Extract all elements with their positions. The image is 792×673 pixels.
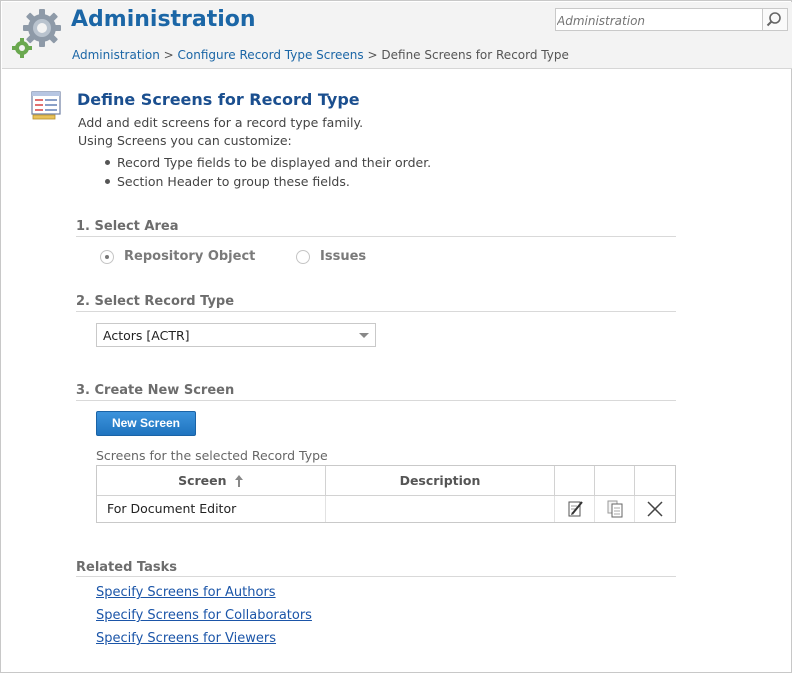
section-divider xyxy=(76,236,676,237)
application-window: Administration Administration > Configur… xyxy=(0,0,792,673)
section-divider xyxy=(76,311,676,312)
radio-repository-object[interactable] xyxy=(100,250,114,264)
breadcrumb-link-administration[interactable]: Administration xyxy=(72,48,160,62)
record-type-select[interactable]: Actors [ACTR] xyxy=(96,323,376,347)
page-title: Define Screens for Record Type xyxy=(77,90,360,109)
search-button[interactable] xyxy=(763,8,788,31)
page-description-line: Using Screens you can customize: xyxy=(78,133,292,148)
bullet-dot xyxy=(105,160,110,165)
record-type-select-value: Actors [ACTR] xyxy=(103,328,190,343)
table-row-screen-name[interactable]: For Document Editor xyxy=(97,496,326,522)
chevron-down-icon xyxy=(359,333,369,338)
radio-label-repository-object[interactable]: Repository Object xyxy=(124,249,255,264)
section-heading-select-record-type: 2. Select Record Type xyxy=(76,294,235,309)
column-header-copy xyxy=(595,466,635,496)
column-header-edit xyxy=(555,466,595,496)
section-divider xyxy=(76,400,676,401)
delete-icon xyxy=(647,501,663,517)
column-header-description: Description xyxy=(326,466,555,496)
section-heading-create-new-screen: 3. Create New Screen xyxy=(76,383,235,398)
bullet-text: Record Type fields to be displayed and t… xyxy=(117,155,432,170)
copy-screen-button[interactable] xyxy=(595,496,635,522)
app-title: Administration xyxy=(71,7,256,32)
link-specify-screens-collaborators[interactable]: Specify Screens for Collaborators xyxy=(96,608,312,623)
column-header-delete xyxy=(635,466,675,496)
bullet-item: Record Type fields to be displayed and t… xyxy=(105,155,431,170)
radio-issues[interactable] xyxy=(296,250,310,264)
section-heading-select-area: 1. Select Area xyxy=(76,219,179,234)
search-input[interactable] xyxy=(555,8,763,31)
edit-screen-button[interactable] xyxy=(555,496,595,522)
page-description-line: Add and edit screens for a record type f… xyxy=(78,115,364,130)
link-specify-screens-authors[interactable]: Specify Screens for Authors xyxy=(96,585,276,600)
search-icon xyxy=(766,12,781,27)
column-header-label: Screen xyxy=(178,473,227,488)
breadcrumb-current: Define Screens for Record Type xyxy=(381,48,569,62)
breadcrumb-separator: > xyxy=(367,48,378,62)
radio-label-issues[interactable]: Issues xyxy=(320,249,366,264)
breadcrumb: Administration > Configure Record Type S… xyxy=(72,48,569,62)
bullet-item: Section Header to group these fields. xyxy=(105,174,350,189)
section-divider xyxy=(76,576,676,577)
screens-table: Screen Description For Document Editor xyxy=(96,465,676,523)
sort-ascending-icon xyxy=(234,475,243,487)
record-type-form-icon xyxy=(31,91,61,120)
page-header: Administration Administration > Configur… xyxy=(2,2,792,69)
new-screen-button[interactable]: New Screen xyxy=(96,411,196,436)
edit-icon xyxy=(568,501,583,517)
link-specify-screens-viewers[interactable]: Specify Screens for Viewers xyxy=(96,631,276,646)
delete-screen-button[interactable] xyxy=(635,496,675,522)
column-header-label: Description xyxy=(399,473,481,488)
section-heading-related-tasks: Related Tasks xyxy=(76,560,178,575)
bullet-text: Section Header to group these fields. xyxy=(117,174,350,189)
bullet-dot xyxy=(105,179,110,184)
breadcrumb-separator: > xyxy=(163,48,174,62)
copy-icon xyxy=(607,500,623,518)
breadcrumb-link-configure-record-type-screens[interactable]: Configure Record Type Screens xyxy=(178,48,364,62)
column-header-screen[interactable]: Screen xyxy=(97,466,326,496)
gear-icon xyxy=(12,9,61,58)
table-row-description xyxy=(326,496,555,522)
table-caption: Screens for the selected Record Type xyxy=(96,448,328,463)
